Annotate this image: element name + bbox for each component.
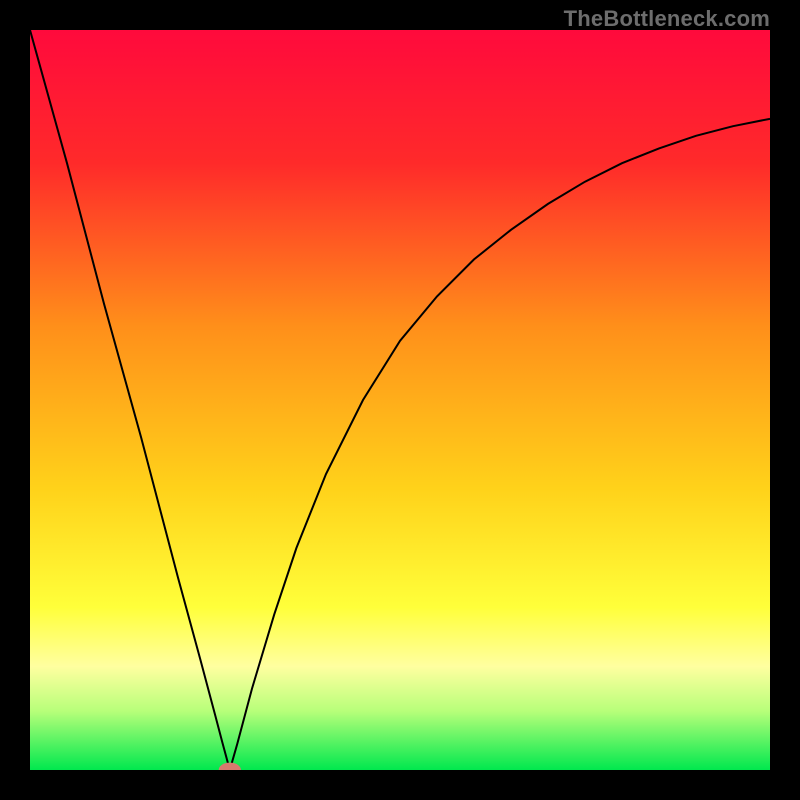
chart-background [30,30,770,770]
watermark-text: TheBottleneck.com [564,6,770,32]
bottleneck-chart [30,30,770,770]
